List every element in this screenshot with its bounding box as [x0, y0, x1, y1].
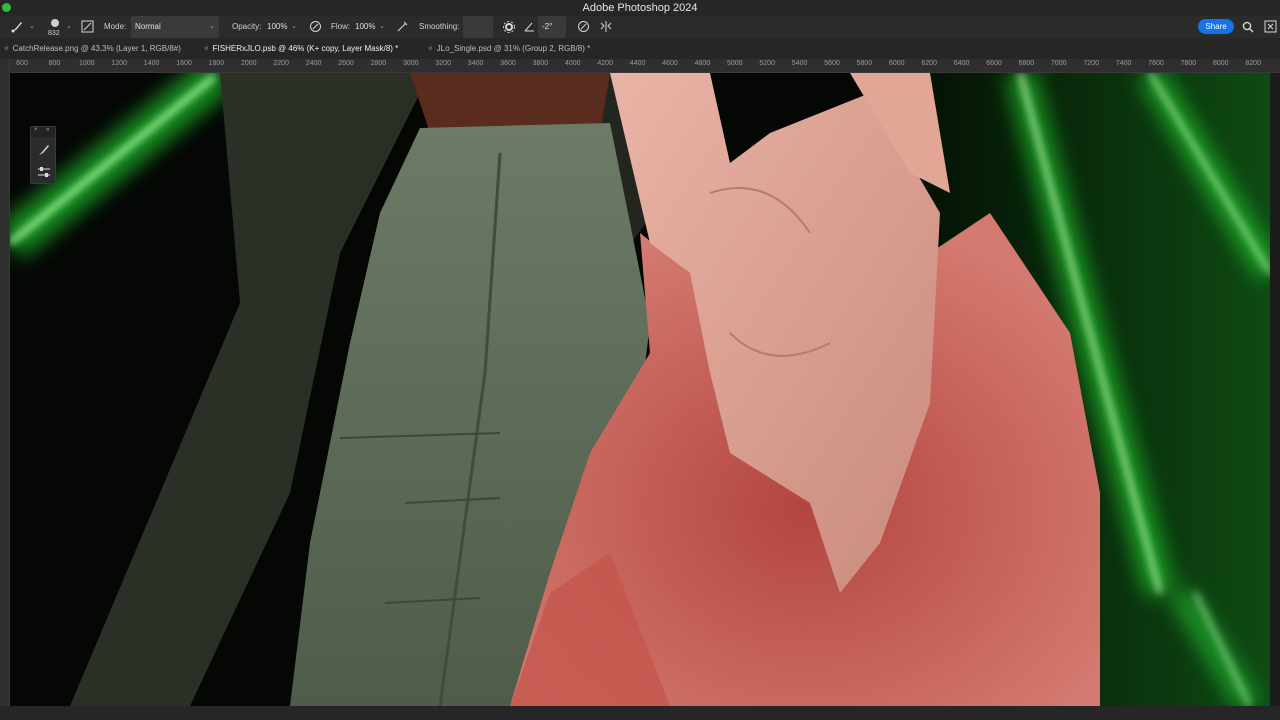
- ruler-tick: 2800: [370, 60, 387, 67]
- horizontal-scrollbar[interactable]: [0, 706, 1280, 720]
- flow-value: 100%: [355, 22, 376, 31]
- ruler-tick: 4800: [694, 60, 711, 67]
- brush-size-dropdown[interactable]: ⌄: [66, 16, 72, 38]
- ruler-tick: 4600: [662, 60, 678, 67]
- angle-icon: [524, 16, 535, 38]
- title-bar: Adobe Photoshop 2024: [0, 0, 1280, 16]
- document-tabs: × CatchRelease.png @ 43,3% (Layer 1, RGB/…: [0, 38, 1280, 59]
- ruler-tick: 7200: [1083, 60, 1099, 67]
- ruler-tick: 6000: [889, 60, 905, 67]
- ruler-tick: 800: [48, 60, 61, 67]
- mode-label: Mode:: [104, 22, 127, 31]
- flow-input[interactable]: 100%: [351, 16, 377, 38]
- gear-icon[interactable]: [503, 16, 515, 38]
- share-button[interactable]: Share: [1198, 19, 1234, 34]
- ruler-tick: 1200: [111, 60, 127, 67]
- artwork: [10, 73, 1270, 706]
- floating-tool-panel: × »: [30, 126, 56, 184]
- opacity-dropdown[interactable]: ⌄: [291, 16, 297, 38]
- smoothing-input[interactable]: [463, 16, 493, 38]
- ruler-tick: 8000: [1213, 60, 1229, 67]
- ruler-tick: 3400: [467, 60, 484, 67]
- ruler-tick: 6600: [986, 60, 1002, 67]
- pressure-opacity-icon[interactable]: [309, 16, 322, 38]
- ruler-tick: 4200: [597, 60, 613, 67]
- ruler-tick: 6800: [1018, 60, 1035, 67]
- tab-catchrelease[interactable]: × CatchRelease.png @ 43,3% (Layer 1, RGB/…: [4, 38, 181, 59]
- app-title: Adobe Photoshop 2024: [582, 2, 698, 14]
- ruler-tick: 2000: [241, 60, 257, 67]
- brush-settings-icon[interactable]: [81, 16, 94, 38]
- collapse-icon[interactable]: »: [46, 127, 49, 133]
- brush-tool-icon[interactable]: [37, 143, 51, 162]
- ruler-tick: 3200: [435, 60, 451, 67]
- document-canvas[interactable]: [10, 73, 1270, 706]
- opacity-input[interactable]: 100%: [263, 16, 289, 38]
- angle-input[interactable]: -2°: [538, 16, 566, 38]
- tab-jlo-single[interactable]: × JLo_Single.psd @ 31% (Group 2, RGB/8) *: [428, 38, 590, 59]
- mode-value: Normal: [135, 22, 161, 31]
- ruler-tick: 1800: [208, 60, 225, 67]
- flow-dropdown[interactable]: ⌄: [379, 16, 385, 38]
- opacity-label: Opacity:: [232, 22, 262, 31]
- ruler-tick: 5600: [824, 60, 840, 67]
- tab-label: JLo_Single.psd @ 31% (Group 2, RGB/8) *: [436, 44, 591, 53]
- angle-value: -2°: [542, 22, 553, 31]
- ruler-tick: 3800: [532, 60, 549, 67]
- opacity-value: 100%: [267, 22, 288, 31]
- vertical-ruler: [0, 59, 10, 706]
- ruler-tick: 5200: [759, 60, 775, 67]
- smoothing-label: Smoothing:: [419, 22, 460, 31]
- vertical-scrollbar[interactable]: [1270, 73, 1280, 706]
- mode-select[interactable]: Normal ⌄: [131, 16, 219, 38]
- ruler-tick: 6400: [953, 60, 970, 67]
- ruler-tick: 7600: [1148, 60, 1164, 67]
- ruler-tick: 4000: [565, 60, 581, 67]
- ruler-tick: 3600: [500, 60, 516, 67]
- brush-size-preview[interactable]: 832: [46, 16, 64, 38]
- search-icon[interactable]: [1242, 16, 1254, 38]
- tab-close-icon[interactable]: ×: [204, 44, 209, 53]
- tab-label: FISHERxJLO.psb @ 46% (K+ copy, Layer Mas…: [212, 44, 399, 53]
- ruler-tick: 5400: [791, 60, 808, 67]
- ruler-tick: 3000: [403, 60, 419, 67]
- window-close-control[interactable]: [2, 3, 11, 12]
- ruler-tick: 600: [16, 60, 28, 67]
- adjust-tool-icon[interactable]: [37, 165, 51, 183]
- ruler-tick: 1000: [79, 60, 95, 67]
- tab-label: CatchRelease.png @ 43,3% (Layer 1, RGB/8…: [12, 44, 181, 53]
- symmetry-icon[interactable]: [599, 16, 613, 38]
- ruler-tick: 7800: [1180, 60, 1197, 67]
- horizontal-ruler: 600 800 1000 1200 1400 1600 1800 2000 2200 2400 26…: [10, 59, 1280, 73]
- ruler-tick: 2400: [305, 60, 322, 67]
- tab-close-icon[interactable]: ×: [428, 44, 433, 53]
- ruler-tick: 4400: [629, 60, 646, 67]
- ruler-tick: 7000: [1051, 60, 1067, 67]
- ruler-tick: 1400: [143, 60, 160, 67]
- ruler-tick: 8200: [1245, 60, 1261, 67]
- ruler-tick: 5800: [856, 60, 873, 67]
- ruler-tick: 1600: [176, 60, 192, 67]
- ruler-tick: 2200: [273, 60, 289, 67]
- ruler-tick: 6200: [921, 60, 937, 67]
- ruler-tick: 2600: [338, 60, 354, 67]
- tab-fisherxjlo[interactable]: × FISHERxJLO.psb @ 46% (K+ copy, Layer Ma…: [204, 38, 398, 59]
- brush-icon[interactable]: [10, 16, 24, 38]
- help-icon[interactable]: [1264, 16, 1277, 38]
- tab-close-icon[interactable]: ×: [4, 44, 9, 53]
- ruler-tick: 7400: [1115, 60, 1132, 67]
- ruler-tick: 5000: [727, 60, 743, 67]
- pressure-size-icon[interactable]: [577, 16, 590, 38]
- options-bar: ⌄ 832 ⌄ Mode: Normal ⌄ Opacity: 100% ⌄ F…: [0, 16, 1280, 38]
- panel-header[interactable]: × »: [31, 127, 55, 137]
- brush-preset-dropdown[interactable]: ⌄: [29, 16, 35, 38]
- close-icon[interactable]: ×: [34, 127, 38, 133]
- flow-label: Flow:: [331, 22, 351, 31]
- airbrush-icon[interactable]: [396, 16, 409, 38]
